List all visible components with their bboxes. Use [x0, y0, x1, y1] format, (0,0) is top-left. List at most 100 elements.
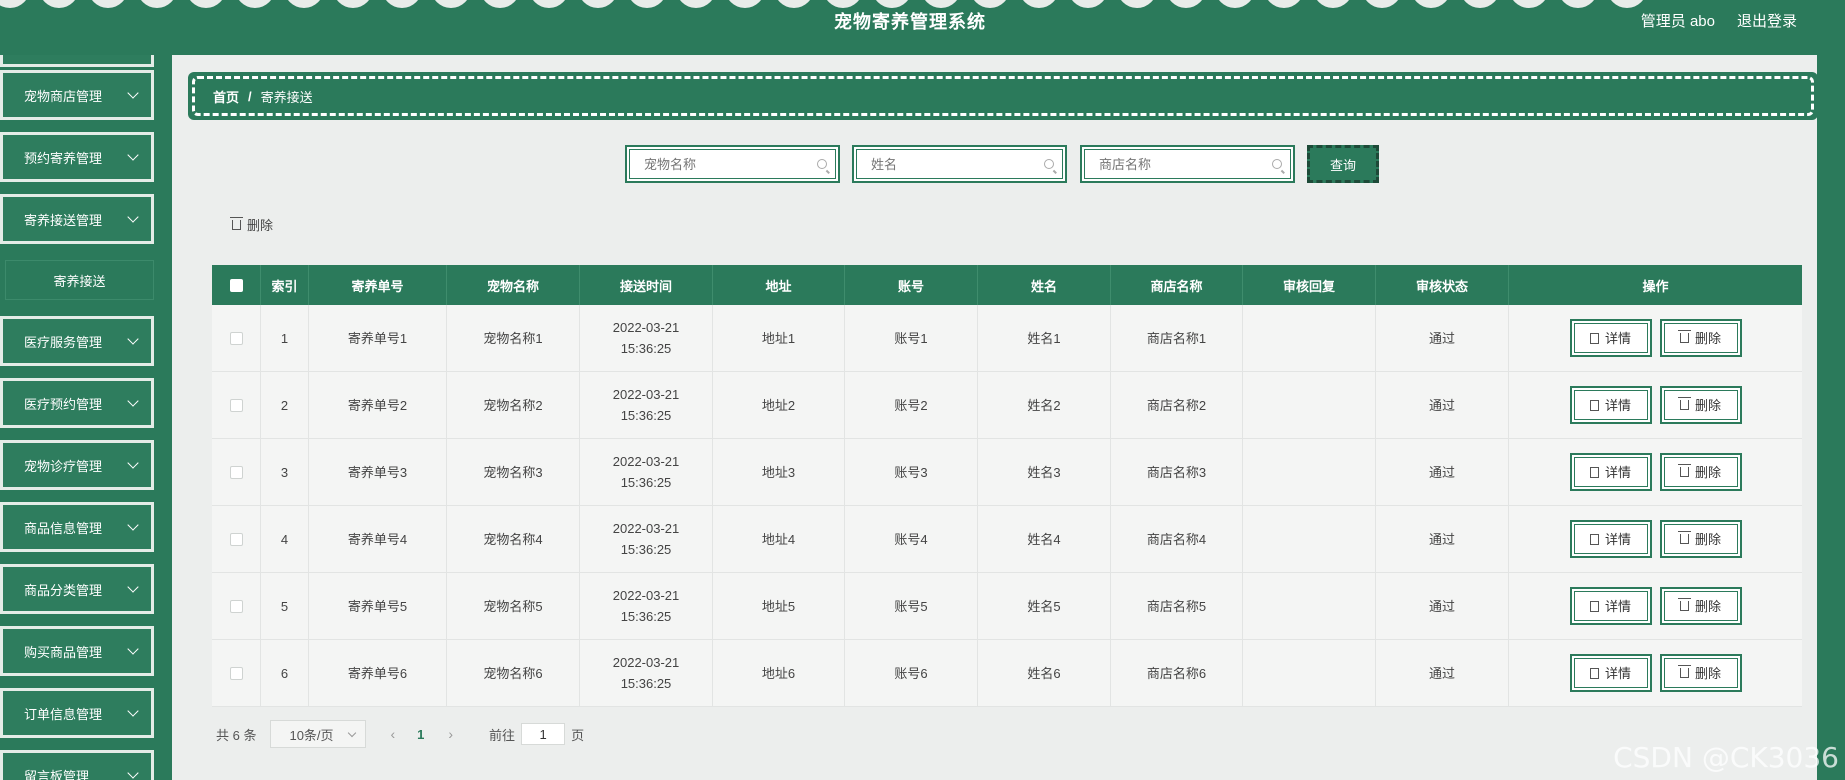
row-checkbox[interactable] — [229, 398, 243, 412]
delete-button[interactable]: 删除 — [1659, 319, 1742, 357]
sidebar-item-purchase[interactable]: 购买商品管理 — [0, 626, 154, 676]
bulk-delete-button[interactable]: 删除 — [230, 215, 273, 234]
chevron-down-icon — [127, 333, 139, 345]
pagination-total: 共 6 条 — [216, 727, 257, 743]
page-number-button[interactable]: 1 — [417, 727, 424, 742]
row-checkbox[interactable] — [229, 532, 243, 546]
column-header: 索引 — [261, 265, 309, 305]
row-checkbox[interactable] — [229, 331, 243, 345]
table-cell-actions: 详情 删除 — [1509, 506, 1802, 572]
table-cell-shop: 商店名称2 — [1111, 372, 1243, 438]
sidebar-item-goods-category[interactable]: 商品分类管理 — [0, 564, 154, 614]
header-scallop-decoration — [0, 0, 1690, 8]
table-cell-actions: 详情 删除 — [1509, 640, 1802, 706]
sidebar-item-message-board[interactable]: 留言板管理 — [0, 750, 154, 780]
row-select-cell — [212, 372, 261, 438]
pet-name-input[interactable] — [630, 150, 835, 178]
table-cell-time: 2022-03-21 15:36:25 — [580, 573, 713, 639]
table-cell-status: 通过 — [1376, 506, 1509, 572]
scallop-shape — [872, 0, 912, 8]
chevron-down-icon — [127, 395, 139, 407]
sidebar-item-medical-service[interactable]: 医疗服务管理 — [0, 316, 154, 366]
vertical-scrollbar[interactable] — [1817, 55, 1845, 780]
goto-page-input[interactable] — [521, 723, 566, 745]
table-cell-name: 姓名1 — [978, 305, 1111, 371]
scallop-shape — [480, 0, 520, 8]
table-cell-name: 姓名4 — [978, 506, 1111, 572]
page-size-select[interactable]: 10条/页 — [270, 720, 367, 748]
column-header: 操作 — [1642, 278, 1669, 294]
table-cell-pet: 宠物名称5 — [447, 573, 580, 639]
delete-button[interactable]: 删除 — [1659, 587, 1742, 625]
scallop-shape — [431, 0, 471, 8]
search-icon — [1044, 159, 1054, 169]
table-cell-address: 地址5 — [713, 573, 845, 639]
table-cell-actions: 详情 删除 — [1509, 573, 1802, 639]
detail-button[interactable]: 详情 — [1569, 386, 1652, 424]
table-cell-order: 寄养单号6 — [309, 640, 447, 706]
scallop-shape — [529, 0, 569, 8]
row-select-cell — [212, 506, 261, 572]
detail-button[interactable]: 详情 — [1569, 654, 1652, 692]
row-checkbox[interactable] — [229, 599, 243, 613]
top-header: 宠物寄养管理系统 管理员 abo 退出登录 — [0, 0, 1845, 55]
detail-button[interactable]: 详情 — [1569, 319, 1652, 357]
breadcrumb-home[interactable]: 首页 — [213, 87, 239, 106]
scallop-shape — [970, 0, 1010, 8]
delete-button[interactable]: 删除 — [1659, 654, 1742, 692]
detail-button[interactable]: 详情 — [1569, 453, 1652, 491]
query-button[interactable]: 查询 — [1307, 145, 1379, 183]
table-cell-index: 4 — [261, 506, 309, 572]
prev-page-button[interactable]: ‹ — [390, 726, 395, 742]
table-header: 索引 寄养单号 宠物名称 接送时间 地址 账号 姓名 商店名称 审核回复 审核状… — [212, 265, 1802, 305]
scallop-shape — [1460, 0, 1500, 8]
breadcrumb-current: 寄养接送 — [260, 89, 313, 105]
sidebar-item-label: 医疗服务管理 — [24, 334, 103, 350]
sidebar-item-label: 订单信息管理 — [24, 706, 103, 722]
row-select-cell — [212, 305, 261, 371]
trash-icon — [1677, 665, 1691, 678]
name-input[interactable] — [857, 150, 1062, 178]
detail-button-label: 详情 — [1604, 397, 1631, 413]
table-row: 6 寄养单号6 宠物名称6 2022-03-21 15:36:25 地址6 账号6 姓名6 商… — [212, 640, 1802, 707]
row-checkbox[interactable] — [229, 465, 243, 479]
current-user[interactable]: 管理员 abo — [1641, 10, 1715, 31]
table-cell-status: 通过 — [1376, 640, 1509, 706]
scallop-shape — [1313, 0, 1353, 8]
table-cell-name: 姓名6 — [978, 640, 1111, 706]
detail-button[interactable]: 详情 — [1569, 520, 1652, 558]
scallop-shape — [284, 0, 324, 8]
table-cell-account: 账号1 — [845, 305, 978, 371]
delete-button[interactable]: 删除 — [1659, 386, 1742, 424]
table-cell-account: 账号6 — [845, 640, 978, 706]
logout-link[interactable]: 退出登录 — [1737, 10, 1797, 31]
sidebar-item-goods-info[interactable]: 商品信息管理 — [0, 502, 154, 552]
sidebar-item-label: 购买商品管理 — [24, 644, 103, 660]
column-header: 审核回复 — [1243, 265, 1376, 305]
sidebar-item-label: 寄养接送管理 — [24, 212, 103, 228]
sidebar-item-booking[interactable]: 预约寄养管理 — [0, 132, 154, 182]
sidebar-item-diagnosis[interactable]: 宠物诊疗管理 — [0, 440, 154, 490]
sidebar-item-top-partial[interactable] — [0, 55, 154, 67]
table-cell-account: 账号4 — [845, 506, 978, 572]
row-select-cell — [212, 439, 261, 505]
sidebar-item-orders[interactable]: 订单信息管理 — [0, 688, 154, 738]
table-cell-pet: 宠物名称4 — [447, 506, 580, 572]
scallop-shape — [1068, 0, 1108, 8]
trash-icon — [1677, 464, 1691, 477]
sidebar-subitem-transfer[interactable]: 寄养接送 — [5, 260, 154, 300]
sidebar-item-transfer[interactable]: 寄养接送管理 — [0, 194, 154, 244]
sidebar-item-medical-booking[interactable]: 医疗预约管理 — [0, 378, 154, 428]
table-cell-time: 2022-03-21 15:36:25 — [580, 506, 713, 572]
select-all-checkbox[interactable] — [229, 278, 243, 292]
next-page-button[interactable]: › — [448, 726, 453, 742]
main-content: 首页 / 寄养接送 查询 删除 索引 寄养单号 宠物名称 接送 — [172, 55, 1818, 780]
detail-button[interactable]: 详情 — [1569, 587, 1652, 625]
row-checkbox[interactable] — [229, 666, 243, 680]
shop-name-input[interactable] — [1085, 150, 1290, 178]
table-row: 5 寄养单号5 宠物名称5 2022-03-21 15:36:25 地址5 账号5 姓名5 商… — [212, 573, 1802, 640]
column-header: 审核状态 — [1376, 265, 1509, 305]
sidebar-item-pet-shop[interactable]: 宠物商店管理 — [0, 70, 154, 120]
delete-button[interactable]: 删除 — [1659, 453, 1742, 491]
delete-button[interactable]: 删除 — [1659, 520, 1742, 558]
